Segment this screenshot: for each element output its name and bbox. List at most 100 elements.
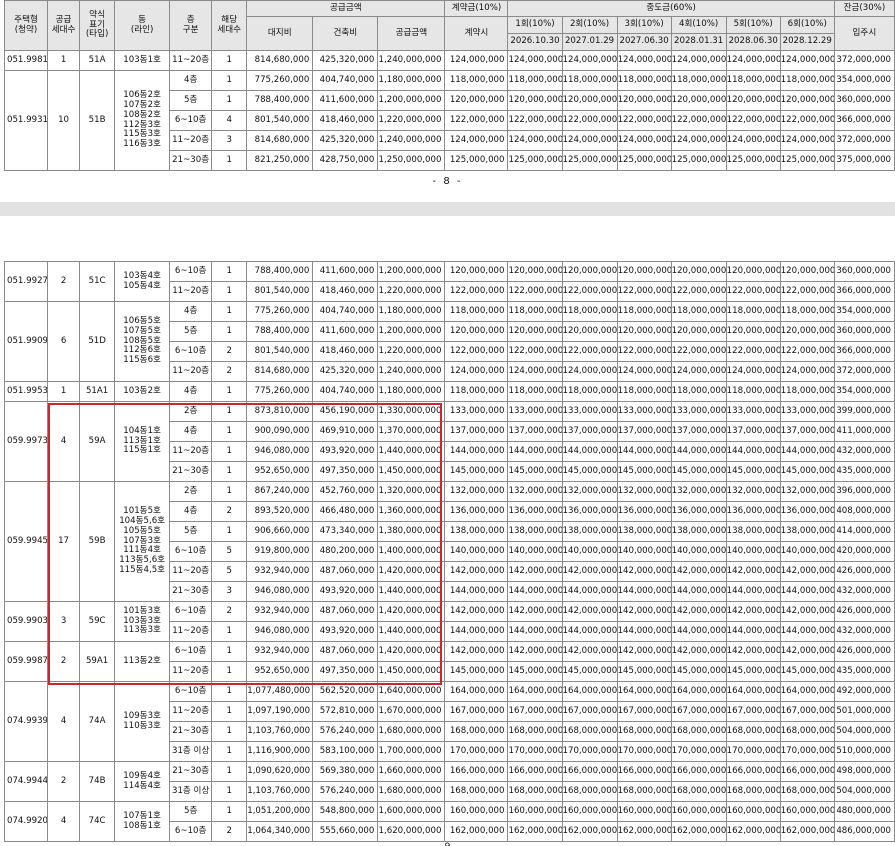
table-row: 051.9909D651D106동5호107동5호108동5호112동6호115… (3, 301, 895, 382)
cell-land-price: 788,400,000 (246, 261, 314, 282)
cell-contract-payment: 124,000,000 (444, 361, 509, 382)
cell-building-price: 411,600,000 (312, 90, 379, 111)
cell-middle-payment-2: 145,000,000 (561, 461, 618, 482)
cell-building-price: 456,190,000 (312, 401, 379, 422)
cell-middle-payment-6: 162,000,000 (779, 821, 835, 842)
cell-contract-payment: 162,000,000 (444, 821, 509, 842)
cell-contract-payment: 144,000,000 (444, 621, 509, 642)
cell-middle-payment-6: 166,000,000 (779, 761, 835, 782)
cell-contract-payment: 120,000,000 (444, 261, 509, 282)
cell-applicable-units: 1 (211, 321, 248, 342)
cell-middle-payment-2: 138,000,000 (561, 521, 618, 542)
cell-floor: 6~10층 (169, 601, 213, 622)
cell-total-price: 1,380,000,000 (377, 521, 446, 542)
page-number-partial: - 9 - (0, 842, 895, 846)
header-date: 2027.06.30 (616, 33, 672, 51)
cell-total-price: 1,240,000,000 (377, 130, 446, 151)
cell-balance-payment: 366,000,000 (833, 341, 895, 362)
cell-applicable-units: 1 (211, 70, 248, 91)
cell-building-price: 548,800,000 (312, 801, 379, 822)
cell-building-price: 418,460,000 (312, 341, 379, 362)
cell-middle-payment-3: 170,000,000 (616, 741, 672, 762)
cell-contract-payment: 168,000,000 (444, 721, 509, 742)
cell-building-price: 555,660,000 (312, 821, 379, 842)
cell-middle-payment-2: 125,000,000 (561, 150, 618, 171)
cell-middle-payment-2: 124,000,000 (561, 361, 618, 382)
cell-land-price: 814,680,000 (246, 361, 314, 382)
cell-dong: 106동2호 107동2호 108동2호 112동3호 115동3호 116동3호 (114, 70, 171, 171)
header-supply-price: 공급금액 (246, 0, 446, 17)
cell-total-price: 1,220,000,000 (377, 281, 446, 302)
cell-floor: 11~20층 (169, 561, 213, 582)
cell-floor: 5층 (169, 801, 213, 822)
cell-building-price: 469,910,000 (312, 421, 379, 442)
cell-total-price: 1,180,000,000 (377, 301, 446, 322)
cell-middle-payment-6: 120,000,000 (779, 90, 835, 111)
cell-middle-payment-2: 120,000,000 (561, 321, 618, 342)
cell-floor: 11~20층 (169, 621, 213, 642)
cell-contract-payment: 142,000,000 (444, 601, 509, 622)
cell-floor: 5층 (169, 90, 213, 111)
cell-middle-payment-1: 132,000,000 (507, 481, 563, 502)
cell-total-price: 1,670,000,000 (377, 701, 446, 722)
cell-floor: 11~20층 (169, 701, 213, 722)
cell-balance-payment: 435,000,000 (833, 661, 895, 682)
cell-middle-payment-5: 167,000,000 (725, 701, 781, 722)
cell-total-price: 1,180,000,000 (377, 70, 446, 91)
cell-middle-payment-3: 118,000,000 (616, 381, 672, 402)
cell-building-price: 418,460,000 (312, 110, 379, 131)
header-supply-units: 공급 세대수 (47, 0, 81, 51)
cell-middle-payment-2: 120,000,000 (561, 261, 618, 282)
cell-building-price: 404,740,000 (312, 70, 379, 91)
cell-middle-payment-5: 144,000,000 (725, 581, 781, 602)
cell-balance-payment: 408,000,000 (833, 501, 895, 522)
table-row: 059.9945B1759B101동5호104동5,6호105동5호107동3호… (3, 481, 895, 602)
cell-middle-payment-4: 142,000,000 (670, 641, 727, 662)
cell-contract-payment: 164,000,000 (444, 681, 509, 702)
cell-middle-payment-4: 144,000,000 (670, 621, 727, 642)
cell-house-type: 074.9939A (3, 681, 49, 762)
cell-balance-payment: 372,000,000 (833, 130, 895, 151)
cell-house-type: 051.9981A (3, 50, 49, 71)
cell-land-price: 952,650,000 (246, 661, 314, 682)
cell-total-price: 1,420,000,000 (377, 641, 446, 662)
cell-building-price: 576,240,000 (312, 781, 379, 802)
cell-middle-payment-2: 142,000,000 (561, 601, 618, 622)
table-header: 주택형 (청약) 공급 세대수 약식 표기 (타입) 동 (라인) 층 구분 해당 세대수 공… (3, 0, 895, 51)
cell-building-price: 493,920,000 (312, 581, 379, 602)
table-row: 059.9987D259A1113동2호6~10층1932,940,000487… (3, 641, 895, 682)
cell-middle-payment-4: 118,000,000 (670, 70, 727, 91)
cell-building-price: 583,100,000 (312, 741, 379, 762)
cell-middle-payment-2: 118,000,000 (561, 301, 618, 322)
cell-middle-payment-3: 122,000,000 (616, 110, 672, 131)
cell-dong: 103동1호 (114, 50, 171, 71)
cell-floor: 4층 (169, 501, 213, 522)
cell-middle-payment-5: 168,000,000 (725, 721, 781, 742)
cell-balance-payment: 504,000,000 (833, 721, 895, 742)
cell-middle-payment-3: 142,000,000 (616, 641, 672, 662)
cell-middle-payment-2: 168,000,000 (561, 781, 618, 802)
cell-land-price: 788,400,000 (246, 90, 314, 111)
cell-middle-payment-1: 120,000,000 (507, 90, 563, 111)
cell-contract-payment: 118,000,000 (444, 70, 509, 91)
cell-contract-payment: 118,000,000 (444, 301, 509, 322)
cell-total-price: 1,180,000,000 (377, 381, 446, 402)
page-separator (0, 202, 895, 216)
cell-applicable-units: 1 (211, 761, 248, 782)
cell-middle-payment-4: 122,000,000 (670, 281, 727, 302)
price-table-page-8: 주택형 (청약) 공급 세대수 약식 표기 (타입) 동 (라인) 층 구분 해당 세대수 공… (3, 0, 895, 171)
cell-total-price: 1,220,000,000 (377, 341, 446, 362)
cell-applicable-units: 1 (211, 481, 248, 502)
cell-middle-payment-4: 168,000,000 (670, 721, 727, 742)
cell-land-price: 932,940,000 (246, 561, 314, 582)
cell-middle-payment-4: 137,000,000 (670, 421, 727, 442)
cell-middle-payment-3: 142,000,000 (616, 601, 672, 622)
cell-supply-units: 2 (47, 641, 81, 682)
cell-building-price: 425,320,000 (312, 130, 379, 151)
cell-middle-payment-3: 144,000,000 (616, 441, 672, 462)
cell-middle-payment-4: 160,000,000 (670, 801, 727, 822)
cell-middle-payment-5: 136,000,000 (725, 501, 781, 522)
cell-middle-payment-2: 170,000,000 (561, 741, 618, 762)
table-row: 059.9903C359C101동3호103동3호113동3호6~10층2932… (3, 601, 895, 642)
cell-total-price: 1,330,000,000 (377, 401, 446, 422)
